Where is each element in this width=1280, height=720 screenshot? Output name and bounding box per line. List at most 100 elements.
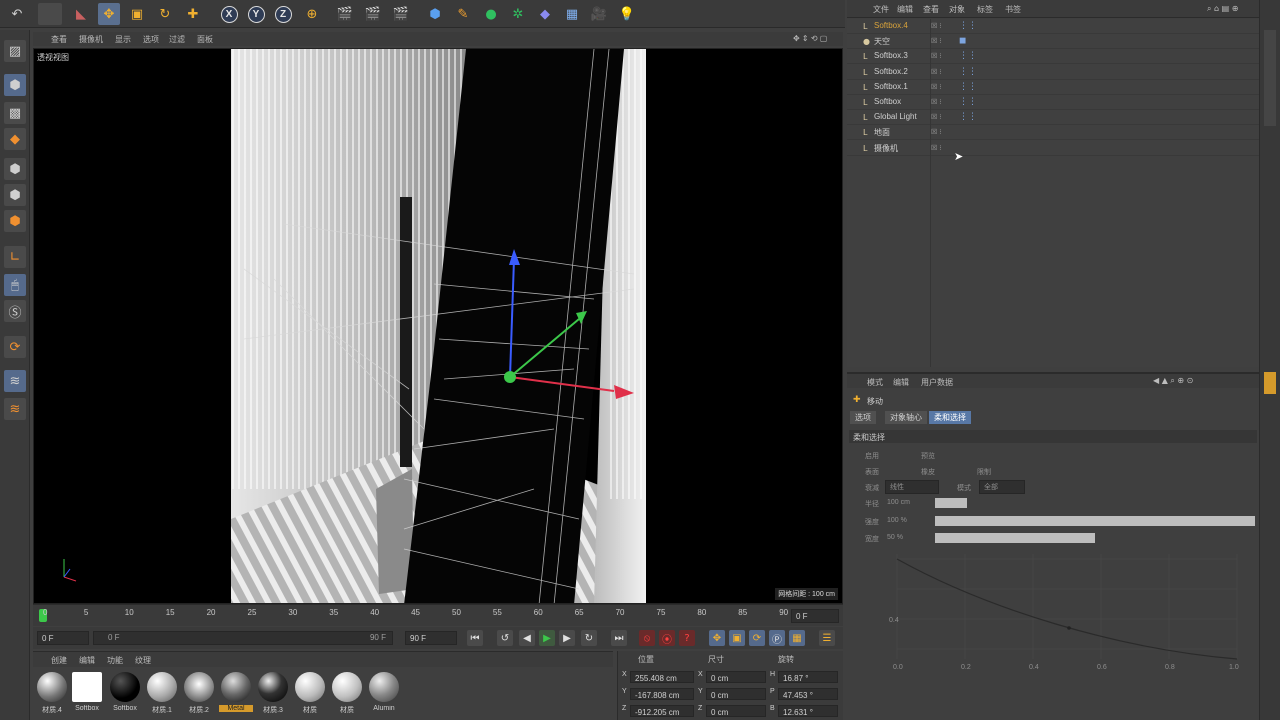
- magnet-button[interactable]: ⟳: [4, 336, 26, 358]
- end-frame-field[interactable]: 90 F: [405, 631, 457, 645]
- range-slider[interactable]: 0 F 90 F: [93, 631, 393, 645]
- tab-soft-selection[interactable]: 柔和选择: [929, 411, 971, 424]
- object-name[interactable]: Softbox.3: [874, 51, 908, 60]
- viewport-menu-panel[interactable]: 面板: [197, 34, 213, 45]
- object-row[interactable]: L Softbox.3 ☒ ⁝ ⋮⋮: [847, 49, 1259, 65]
- mode-dropdown[interactable]: 全部: [979, 480, 1025, 494]
- tab-options[interactable]: 选项: [850, 411, 876, 424]
- object-name[interactable]: Softbox.2: [874, 67, 908, 76]
- z-axis-lock-button[interactable]: Z: [272, 3, 294, 25]
- scale-tool-button[interactable]: ▣: [126, 3, 148, 25]
- play-button[interactable]: ▶: [539, 630, 555, 646]
- material-menu-texture[interactable]: 纹理: [135, 655, 151, 666]
- om-menu-bookmarks[interactable]: 书签: [1005, 4, 1021, 15]
- visibility-toggle[interactable]: ☒ ⁝: [931, 68, 941, 76]
- am-menu-userdata[interactable]: 用户数据: [921, 377, 953, 388]
- position-z-field[interactable]: -912.205 cm: [630, 705, 694, 717]
- material-item[interactable]: Metal: [219, 672, 253, 718]
- prev-key-button[interactable]: ↺: [497, 630, 513, 646]
- current-frame-field[interactable]: 0 F: [791, 609, 839, 623]
- viewport-menu-filter[interactable]: 过滤: [169, 34, 185, 45]
- object-row[interactable]: L Softbox ☒ ⁝ ⋮⋮: [847, 95, 1259, 110]
- material-item[interactable]: 材质.2: [182, 672, 216, 718]
- object-row[interactable]: L 地面 ☒ ⁝: [847, 125, 1259, 141]
- param-slider[interactable]: [935, 516, 1255, 526]
- timeline-ruler[interactable]: 0 5 10 15 20 25 30 35 40 45 50 55 60 65 70 75 80 85 90 0 F: [33, 604, 843, 626]
- size-z-field[interactable]: 0 cm: [706, 705, 766, 717]
- pen-button[interactable]: ✎: [452, 3, 474, 25]
- object-tag[interactable]: ⋮⋮: [959, 97, 977, 107]
- om-menu-view[interactable]: 查看: [923, 4, 939, 15]
- key-param-button[interactable]: Ⓟ: [769, 630, 785, 646]
- viewport-menu-view[interactable]: 查看: [51, 34, 67, 45]
- workplane-button[interactable]: ◆: [4, 128, 26, 150]
- option-restrict[interactable]: 限制: [977, 467, 991, 477]
- points-mode-button[interactable]: ⬢: [4, 158, 26, 180]
- goto-start-button[interactable]: ⏮: [467, 630, 483, 646]
- perspective-viewport[interactable]: 透视视图 网格间距 : 100 cm: [33, 48, 843, 604]
- timeline-menu-button[interactable]: ☰: [819, 630, 835, 646]
- attributes-side-tab[interactable]: [1264, 372, 1276, 394]
- object-tag[interactable]: ◼: [959, 36, 966, 46]
- object-row[interactable]: L Softbox.2 ☒ ⁝ ⋮⋮: [847, 65, 1259, 80]
- key-position-button[interactable]: ✥: [709, 630, 725, 646]
- object-name[interactable]: 地面: [874, 127, 890, 138]
- x-axis-lock-button[interactable]: X: [218, 3, 240, 25]
- next-key-button[interactable]: ↻: [581, 630, 597, 646]
- object-name[interactable]: 摄像机: [874, 143, 898, 154]
- record-button[interactable]: ⦸: [639, 630, 655, 646]
- key-pla-button[interactable]: ▦: [789, 630, 805, 646]
- om-menu-objects[interactable]: 对象: [949, 4, 965, 15]
- visibility-toggle[interactable]: ☒ ⁝: [931, 98, 941, 106]
- auto-key-button[interactable]: ⦿: [659, 630, 675, 646]
- option-enable[interactable]: 启用: [865, 451, 879, 461]
- gizmo-center[interactable]: [504, 371, 516, 383]
- position-x-field[interactable]: 255.408 cm: [630, 671, 694, 683]
- workplane-lock-button[interactable]: ≋: [4, 398, 26, 420]
- object-row[interactable]: L Global Light ☒ ⁝ ⋮⋮: [847, 110, 1259, 126]
- falloff-curve[interactable]: [896, 558, 1238, 660]
- axis-mode-button[interactable]: ∟: [4, 246, 26, 268]
- am-nav-icons[interactable]: ◀ ▲ ⌕ ⊕ ⊙: [1153, 376, 1193, 386]
- side-tabs[interactable]: [1264, 30, 1276, 126]
- object-name[interactable]: Softbox: [874, 97, 901, 106]
- cloner-button[interactable]: ✲: [507, 3, 529, 25]
- camera-button[interactable]: 🎥: [588, 3, 610, 25]
- object-row[interactable]: L 摄像机 ☒ ⁝: [847, 141, 1259, 156]
- size-x-field[interactable]: 0 cm: [706, 671, 766, 683]
- option-preview[interactable]: 预览: [921, 451, 935, 461]
- material-item[interactable]: Alumin: [367, 672, 401, 718]
- falloff-dropdown[interactable]: 线性: [885, 480, 939, 494]
- om-search-icon[interactable]: ⌕ ⌂ ▤ ⊕: [1207, 4, 1238, 14]
- rotation-h-field[interactable]: 16.87 °: [778, 671, 838, 683]
- polygons-mode-button[interactable]: ⬢: [4, 210, 26, 232]
- option-surface[interactable]: 表面: [865, 467, 879, 477]
- object-tag[interactable]: ⋮⋮: [959, 51, 977, 61]
- tab-object-axis[interactable]: 对象轴心: [885, 411, 927, 424]
- object-name[interactable]: Softbox.4: [874, 21, 908, 30]
- add-tool-button[interactable]: ✚: [182, 3, 204, 25]
- key-rotation-button[interactable]: ⟳: [749, 630, 765, 646]
- falloff-curve-graph[interactable]: 0.4 0.0 0.2 0.4 0.6 0.8 1.0: [867, 554, 1252, 674]
- visibility-toggle[interactable]: ☒ ⁝: [931, 113, 941, 121]
- material-menu-edit[interactable]: 编辑: [79, 655, 95, 666]
- object-name[interactable]: 天空: [874, 36, 890, 47]
- layers-button[interactable]: ≋: [4, 370, 26, 392]
- visibility-toggle[interactable]: ☒ ⁝: [931, 22, 941, 30]
- am-menu-edit[interactable]: 编辑: [893, 377, 909, 388]
- viewport-nav-icons[interactable]: ✥ ⇕ ⟲ ▢: [793, 34, 827, 43]
- object-name[interactable]: Global Light: [874, 112, 917, 121]
- model-mode-button[interactable]: ⬢: [4, 74, 26, 96]
- size-y-field[interactable]: 0 cm: [706, 688, 766, 700]
- param-slider[interactable]: [935, 498, 1255, 508]
- rotation-p-field[interactable]: 47.453 °: [778, 688, 838, 700]
- prev-frame-button[interactable]: ◀: [519, 630, 535, 646]
- y-axis-lock-button[interactable]: Y: [245, 3, 267, 25]
- next-frame-button[interactable]: ▶: [559, 630, 575, 646]
- edges-mode-button[interactable]: ⬢: [4, 184, 26, 206]
- visibility-toggle[interactable]: ☒ ⁝: [931, 144, 941, 152]
- subdivision-button[interactable]: ●: [480, 3, 502, 25]
- material-menu-function[interactable]: 功能: [107, 655, 123, 666]
- keyframe-selection-button[interactable]: ?: [679, 630, 695, 646]
- param-slider[interactable]: [935, 533, 1255, 543]
